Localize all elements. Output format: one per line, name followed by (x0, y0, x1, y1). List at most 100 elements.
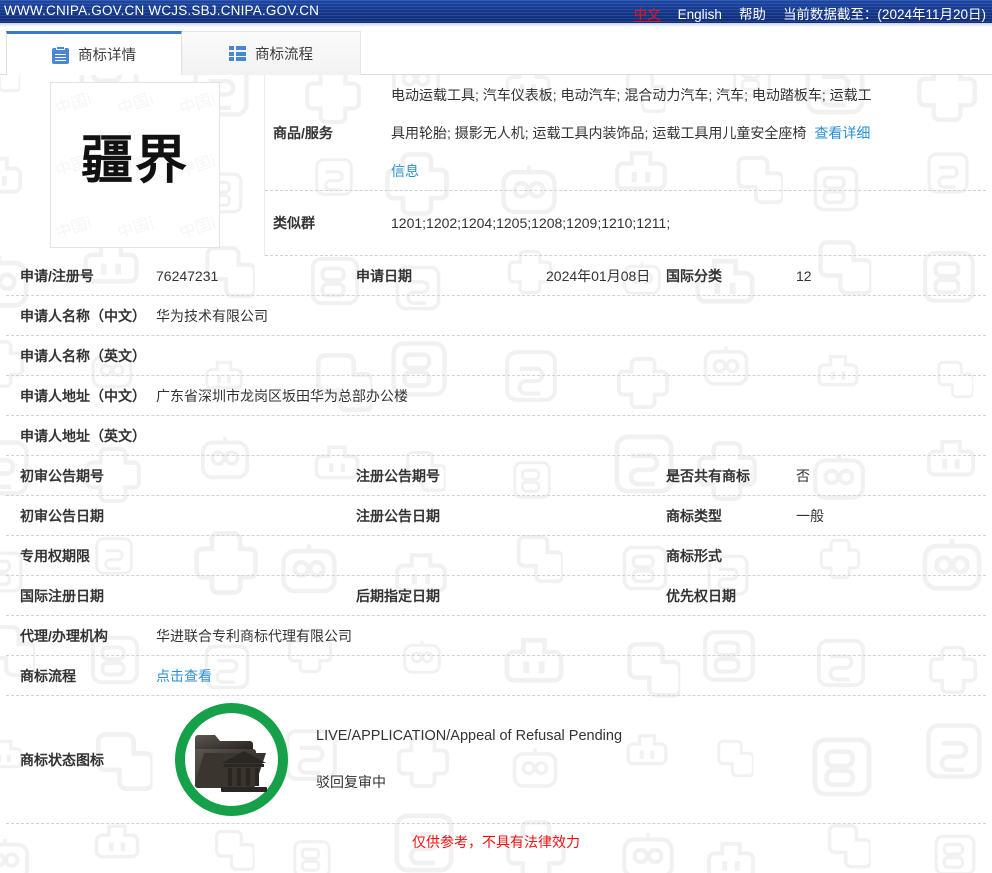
preliminary-announcement-date-value (156, 509, 356, 523)
registration-announcement-number-value (546, 469, 666, 483)
trademark-status-icon-cell (156, 703, 306, 816)
preliminary-announcement-number-value (156, 469, 356, 483)
trademark-image: 中国商中国商中国商中国商中国商中国商中国商中国商中国商中国商中国商中国商中国商中… (50, 82, 220, 248)
priority-date-value (796, 589, 956, 603)
shared-trademark-value: 否 (796, 467, 810, 484)
similar-group-value: 1201;1202;1204;1205;1208;1209;1210;1211; (391, 215, 671, 231)
goods-services-label: 商品/服务 (273, 124, 333, 141)
goods-services-row: 商品/服务 电动运载工具; 汽车仪表板; 电动汽车; 混合动力汽车; 汽车; 电… (265, 75, 986, 191)
exclusive-right-term-label: 专用权期限 (20, 547, 90, 564)
preliminary-announcement-date-label: 初审公告日期 (20, 507, 104, 524)
goods-and-group-cell: 商品/服务 电动运载工具; 汽车仪表板; 电动汽车; 混合动力汽车; 汽车; 电… (264, 75, 986, 256)
language-chinese-link[interactable]: 中文 (634, 3, 661, 23)
svg-text:中国商: 中国商 (115, 209, 158, 242)
row-applicant-address-en: 申请人地址（英文） (6, 416, 986, 456)
trademark-header-block: 中国商中国商中国商中国商中国商中国商中国商中国商中国商中国商中国商中国商中国商中… (6, 75, 986, 256)
row-agent-organization: 代理/办理机构 华进联合专利商标代理有限公司 (6, 616, 986, 656)
trademark-detail-panel: 中国商中国商中国商中国商中国商中国商中国商中国商中国商中国商中国商中国商中国商中… (0, 75, 992, 873)
folder-courthouse-glyph (194, 734, 267, 792)
row-applicant-address-cn: 申请人地址（中文） 广东省深圳市龙岗区坂田华为总部办公楼 (6, 376, 986, 416)
later-designation-date-value (546, 589, 666, 603)
registration-announcement-number-label: 注册公告期号 (356, 467, 440, 484)
row-trademark-status: 商标状态图标 LIVE/APPLICATION/Appeal of Refusa… (6, 696, 986, 824)
tab-trademark-details[interactable]: 商标详情 (6, 31, 182, 75)
similar-group-label: 类似群 (273, 215, 315, 231)
priority-date-label: 优先权日期 (666, 587, 736, 604)
application-date-value: 2024年01月08日 (546, 267, 651, 284)
topbar-links: 中文 English 帮助 当前数据截至：(2024年11月20日) (617, 3, 986, 23)
applicant-name-en-value (156, 349, 986, 363)
clipboard-icon (52, 45, 69, 64)
goods-services-value-wrap: 电动运载工具; 汽车仪表板; 电动汽车; 混合动力汽车; 汽车; 电动踏板车; … (391, 76, 986, 190)
applicant-address-en-label: 申请人地址（英文） (20, 427, 146, 444)
svg-text:中国商: 中国商 (53, 85, 96, 118)
applicant-name-cn-label: 申请人名称（中文） (20, 307, 146, 324)
registration-announcement-date-value (546, 509, 666, 523)
tab-trademark-process[interactable]: 商标流程 (173, 31, 361, 75)
trademark-type-value: 一般 (796, 507, 824, 524)
trademark-type-label: 商标类型 (666, 507, 722, 524)
disclaimer-footer: 仅供参考，不具有法律效力 (0, 824, 992, 860)
preliminary-announcement-number-label: 初审公告期号 (20, 467, 104, 484)
applicant-address-en-value (156, 429, 986, 443)
international-class-label: 国际分类 (666, 267, 722, 284)
exclusive-right-term-value (156, 549, 356, 563)
site-urls: WWW.CNIPA.GOV.CN WCJS.SBJ.CNIPA.GOV.CN (4, 3, 320, 18)
applicant-name-cn-value: 华为技术有限公司 (156, 307, 268, 324)
row-preliminary-announcement-number: 初审公告期号 注册公告期号 是否共有商标 否 (6, 456, 986, 496)
international-registration-date-value (156, 589, 356, 603)
help-link[interactable]: 帮助 (739, 3, 766, 23)
row-exclusive-right-term: 专用权期限 商标形式 (6, 536, 986, 576)
registration-announcement-date-label: 注册公告日期 (356, 507, 440, 524)
applicant-name-en-label: 申请人名称（英文） (20, 347, 146, 364)
trademark-status-texts: LIVE/APPLICATION/Appeal of Refusal Pendi… (306, 728, 986, 792)
language-english-link[interactable]: English (678, 7, 722, 22)
disclaimer-note: 仅供参考，不具有法律效力 (412, 834, 580, 850)
tab-trademark-details-label: 商标详情 (78, 48, 136, 64)
trademark-image-watermark-glyph: 中国商 (51, 204, 96, 247)
applicant-address-cn-label: 申请人地址（中文） (20, 387, 146, 404)
trademark-image-watermark-glyph: 中国商 (172, 204, 220, 247)
trademark-process-link[interactable]: 点击查看 (156, 666, 986, 686)
international-class-value: 12 (796, 267, 812, 284)
svg-text:中国商: 中国商 (115, 85, 158, 118)
site-topbar: WWW.CNIPA.GOV.CN WCJS.SBJ.CNIPA.GOV.CN 中… (0, 0, 992, 23)
row-application-number: 申请/注册号 76247231 申请日期 2024年01月08日 国际分类 12 (6, 256, 986, 296)
svg-text:中国商: 中国商 (53, 209, 96, 242)
row-applicant-name-en: 申请人名称（英文） (6, 336, 986, 376)
tab-bar: 商标详情 商标流程 (0, 27, 992, 75)
data-cutoff-date: 当前数据截至：(2024年11月20日) (782, 7, 986, 22)
green-ring-folder-court-icon (174, 703, 288, 816)
trademark-status-cn: 驳回复审中 (316, 773, 386, 790)
trademark-image-watermark-glyph: 中国商 (110, 83, 158, 128)
trademark-image-watermark-glyph: 中国商 (110, 204, 158, 247)
goods-services-value: 电动运载工具; 汽车仪表板; 电动汽车; 混合动力汽车; 汽车; 电动踏板车; … (391, 86, 872, 141)
application-date-label: 申请日期 (356, 267, 412, 284)
trademark-image-watermark-glyph: 中国商 (51, 83, 96, 128)
trademark-form-label: 商标形式 (666, 547, 722, 564)
shared-trademark-label: 是否共有商标 (666, 467, 750, 484)
row-international-registration-date: 国际注册日期 后期指定日期 优先权日期 (6, 576, 986, 616)
svg-text:中国商: 中国商 (177, 85, 220, 118)
tab-trademark-process-label: 商标流程 (255, 47, 313, 63)
trademark-image-cell: 中国商中国商中国商中国商中国商中国商中国商中国商中国商中国商中国商中国商中国商中… (6, 75, 264, 256)
row-trademark-process: 商标流程 点击查看 (6, 656, 986, 696)
svg-text:中国商: 中国商 (177, 209, 220, 242)
row-applicant-name-cn: 申请人名称（中文） 华为技术有限公司 (6, 296, 986, 336)
agent-organization-value: 华进联合专利商标代理有限公司 (156, 627, 352, 644)
trademark-image-text: 疆界 (80, 130, 189, 191)
application-number-label: 申请/注册号 (20, 267, 94, 284)
trademark-status-label: 商标状态图标 (20, 751, 104, 768)
applicant-address-cn-value: 广东省深圳市龙岗区坂田华为总部办公楼 (156, 387, 408, 404)
list-icon (229, 46, 246, 61)
trademark-status-en: LIVE/APPLICATION/Appeal of Refusal Pendi… (316, 727, 623, 744)
agent-organization-label: 代理/办理机构 (20, 627, 108, 644)
trademark-image-watermark-glyph: 中国商 (172, 83, 220, 128)
spacer-cell-value (546, 549, 666, 563)
international-registration-date-label: 国际注册日期 (20, 587, 104, 604)
later-designation-date-label: 后期指定日期 (356, 587, 440, 604)
similar-group-row: 类似群 1201;1202;1204;1205;1208;1209;1210;1… (265, 191, 986, 256)
row-preliminary-announcement-date: 初审公告日期 注册公告日期 商标类型 一般 (6, 496, 986, 536)
trademark-process-label: 商标流程 (20, 667, 76, 684)
application-number-value: 76247231 (156, 267, 219, 284)
